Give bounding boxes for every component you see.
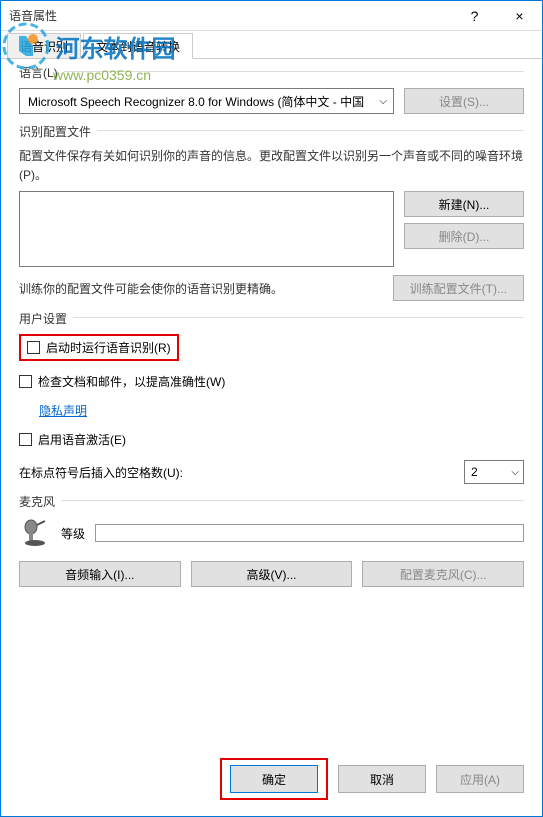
language-fieldset: 语言(L) Microsoft Speech Recognizer 8.0 fo…	[19, 71, 524, 114]
microphone-icon	[19, 517, 51, 549]
main-content: 语言(L) Microsoft Speech Recognizer 8.0 fo…	[1, 59, 542, 615]
language-select[interactable]: Microsoft Speech Recognizer 8.0 for Wind…	[19, 88, 394, 114]
run-at-startup-checkbox[interactable]	[27, 341, 40, 354]
profile-legend: 识别配置文件	[19, 123, 97, 140]
mic-level-bar	[95, 524, 524, 542]
voice-activate-checkbox[interactable]	[19, 433, 32, 446]
dialog-footer: 确定 取消 应用(A)	[220, 758, 524, 800]
ok-button[interactable]: 确定	[230, 765, 318, 793]
titlebar: 语音属性 ? ×	[1, 1, 542, 31]
cancel-button[interactable]: 取消	[338, 765, 426, 793]
spaces-select[interactable]: 2	[464, 460, 524, 484]
review-docs-checkbox[interactable]	[19, 375, 32, 388]
close-button[interactable]: ×	[497, 1, 542, 31]
language-legend: 语言(L)	[19, 64, 64, 81]
profile-listbox[interactable]	[19, 191, 394, 267]
titlebar-buttons: ? ×	[452, 1, 542, 31]
train-profile-button[interactable]: 训练配置文件(T)...	[393, 275, 524, 301]
mic-level-label: 等级	[61, 525, 85, 542]
train-description: 训练你的配置文件可能会使你的语音识别更精确。	[19, 280, 383, 297]
profile-description: 配置文件保存有关如何识别你的声音的信息。更改配置文件以识别另一个声音或不同的噪音…	[19, 147, 524, 185]
config-mic-button[interactable]: 配置麦克风(C)...	[362, 561, 524, 587]
language-settings-button[interactable]: 设置(S)...	[404, 88, 524, 114]
window-title: 语音属性	[9, 7, 57, 24]
microphone-fieldset: 麦克风 等级 音频输入(I)... 高级(V)... 配置麦克风(C)...	[19, 500, 524, 587]
help-button[interactable]: ?	[452, 1, 497, 31]
new-profile-button[interactable]: 新建(N)...	[404, 191, 524, 217]
highlight-ok-button: 确定	[220, 758, 328, 800]
user-settings-fieldset: 用户设置 启动时运行语音识别(R) 检查文档和邮件，以提高准确性(W) 隐私声明…	[19, 317, 524, 484]
audio-input-button[interactable]: 音频输入(I)...	[19, 561, 181, 587]
delete-profile-button[interactable]: 删除(D)...	[404, 223, 524, 249]
user-settings-legend: 用户设置	[19, 310, 73, 327]
advanced-button[interactable]: 高级(V)...	[191, 561, 353, 587]
microphone-legend: 麦克风	[19, 493, 61, 510]
tab-bar: 语音识别 文本到语音转换	[1, 33, 542, 59]
tab-speech-recognition[interactable]: 语音识别	[7, 33, 81, 58]
run-at-startup-label: 启动时运行语音识别(R)	[46, 339, 171, 356]
review-docs-label: 检查文档和邮件，以提高准确性(W)	[38, 373, 225, 390]
profile-fieldset: 识别配置文件 配置文件保存有关如何识别你的声音的信息。更改配置文件以识别另一个声…	[19, 130, 524, 301]
privacy-statement-link[interactable]: 隐私声明	[39, 402, 87, 419]
voice-activate-label: 启用语音激活(E)	[38, 431, 126, 448]
apply-button[interactable]: 应用(A)	[436, 765, 524, 793]
highlight-startup-checkbox: 启动时运行语音识别(R)	[19, 334, 179, 361]
spaces-label: 在标点符号后插入的空格数(U):	[19, 464, 183, 481]
tab-text-to-speech[interactable]: 文本到语音转换	[83, 33, 193, 59]
